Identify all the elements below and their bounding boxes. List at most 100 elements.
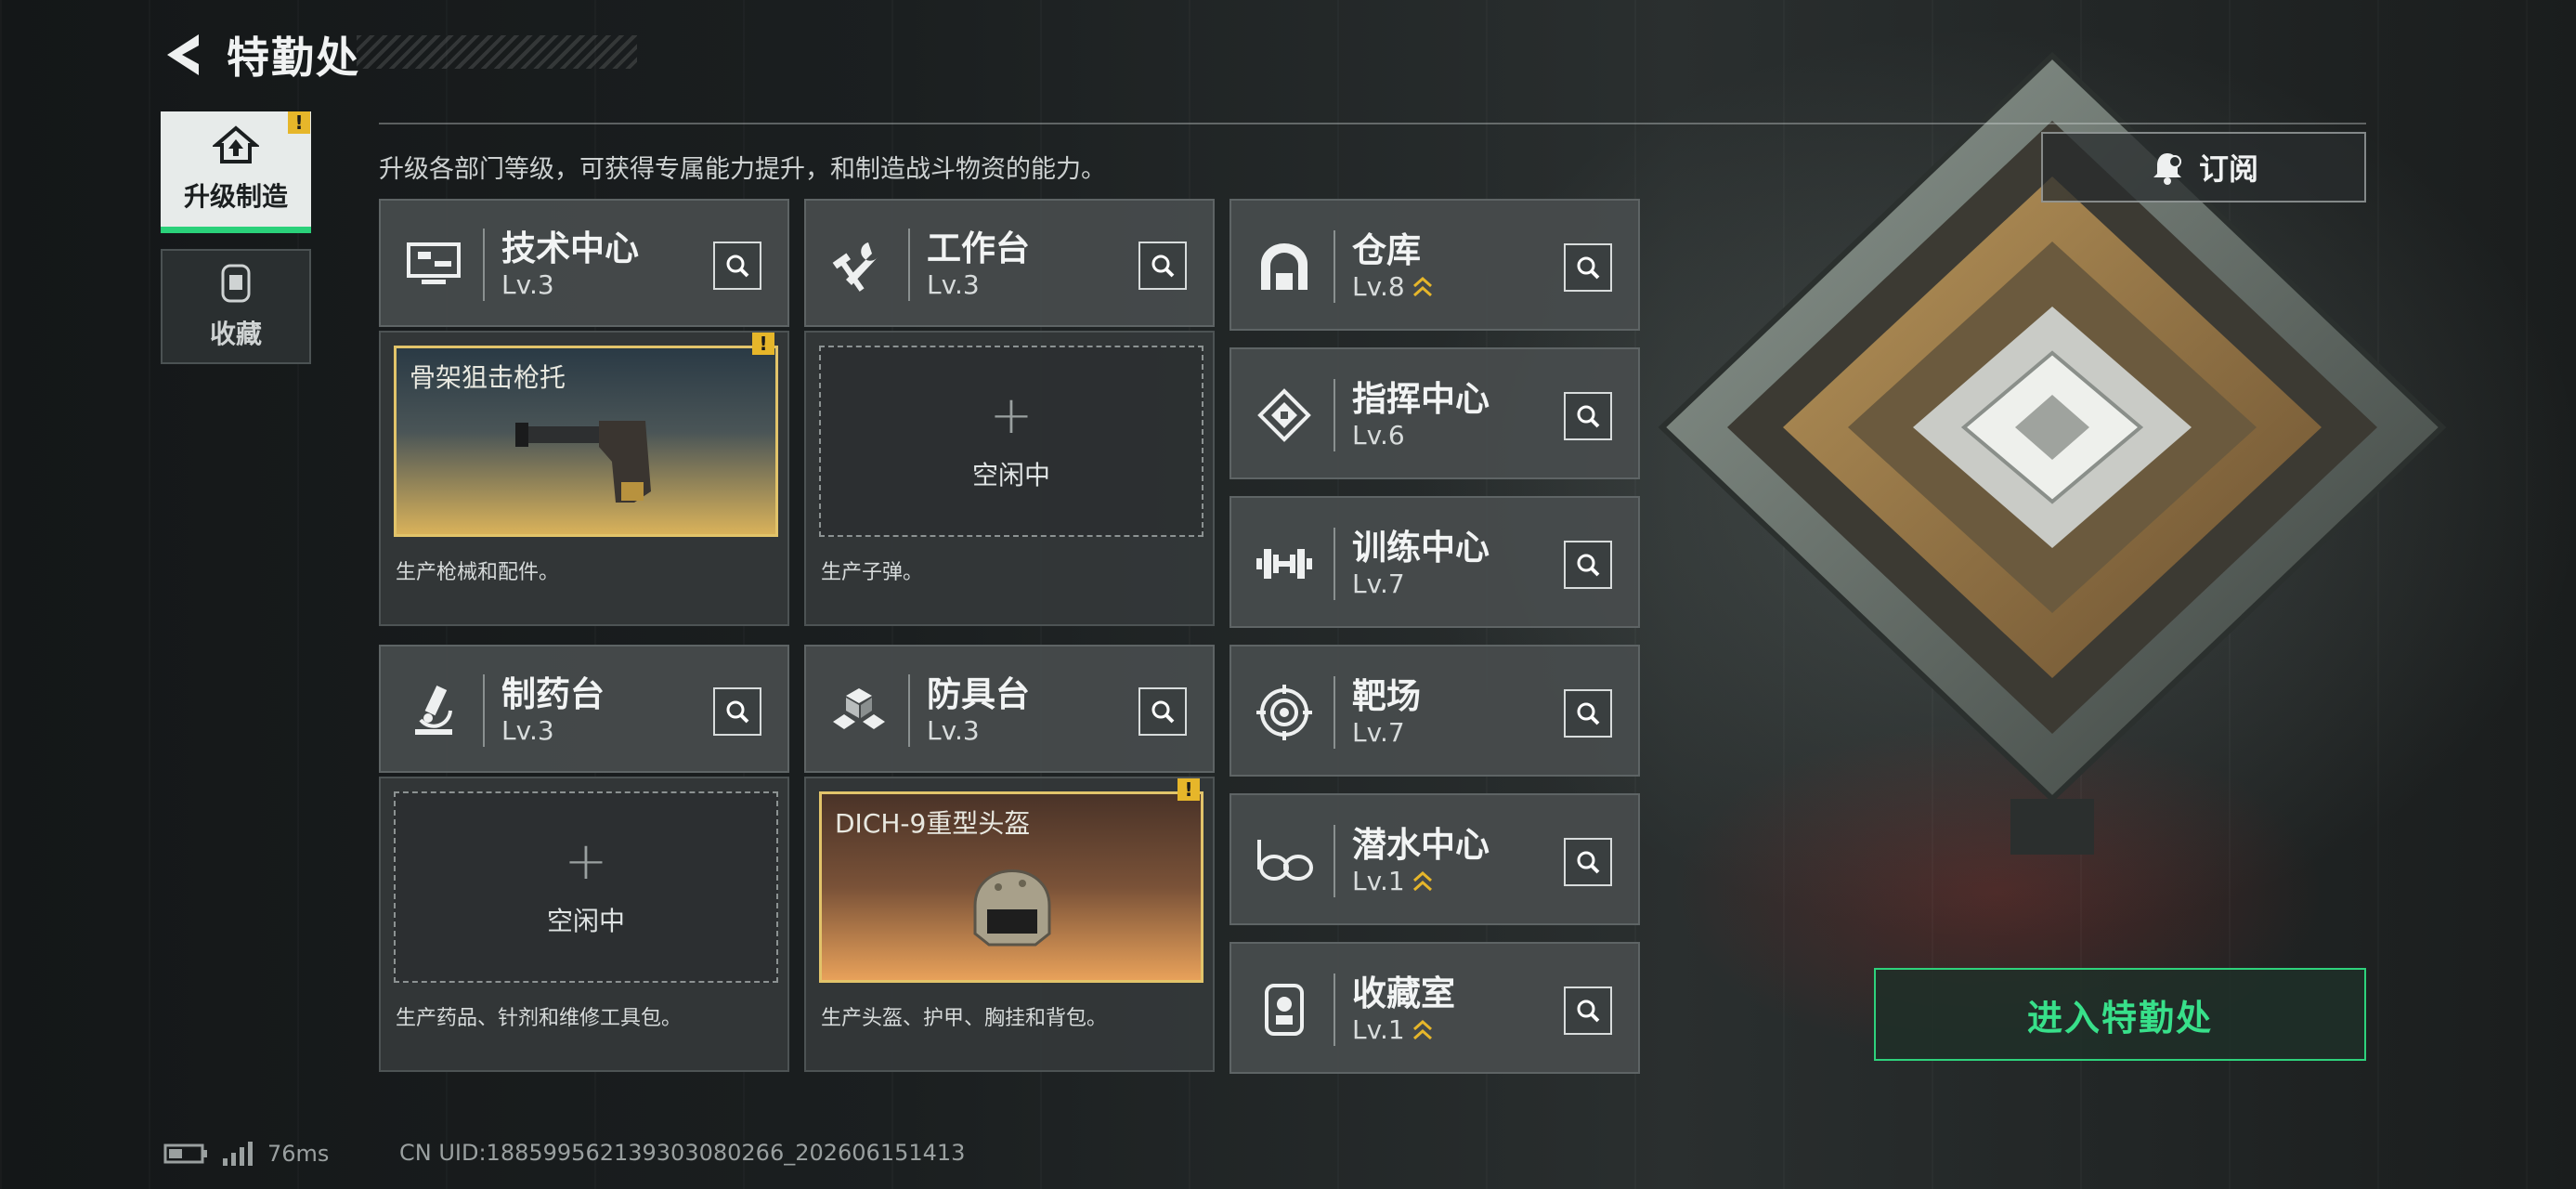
facility-card-warehouse[interactable]: 仓库 Lv.8 xyxy=(1229,199,1640,331)
facility-card-shooting-range[interactable]: 靶场 Lv.7 xyxy=(1229,645,1640,777)
back-arrow-icon[interactable] xyxy=(160,29,206,81)
dept-description: 生产头盔、护甲、胸挂和背包。 xyxy=(821,1007,1108,1030)
card-separator xyxy=(908,229,910,301)
card-separator xyxy=(1334,528,1335,600)
header: 特勤处 xyxy=(160,22,360,87)
search-icon xyxy=(1577,851,1600,874)
slot-item-name: 骨架狙击枪托 xyxy=(410,362,566,393)
tab-collection[interactable]: 收藏 xyxy=(161,249,311,364)
search-button[interactable] xyxy=(1564,392,1612,440)
plus-icon: + xyxy=(564,831,608,892)
dept-level: Lv.3 xyxy=(927,714,980,746)
facility-name: 仓库 xyxy=(1352,230,1421,271)
dept-level: Lv.3 xyxy=(501,714,554,746)
facility-level-row: Lv.8 xyxy=(1352,271,1433,302)
search-button[interactable] xyxy=(1564,541,1612,589)
title-decoration xyxy=(357,35,637,69)
dumbbell-icon xyxy=(1244,524,1324,604)
search-button[interactable] xyxy=(1564,243,1612,292)
search-icon xyxy=(726,255,749,278)
target-icon xyxy=(1244,673,1324,752)
slot-idle-label: 空闲中 xyxy=(971,460,1050,490)
card-separator xyxy=(1334,379,1335,451)
enter-special-ops-button[interactable]: 进入特勤处 xyxy=(1874,968,2366,1061)
subscribe-button[interactable]: 订阅 xyxy=(2041,132,2366,203)
search-button[interactable] xyxy=(1564,689,1612,738)
card-separator xyxy=(1334,230,1335,303)
search-icon xyxy=(1577,256,1600,280)
search-button[interactable] xyxy=(713,687,761,736)
bell-icon xyxy=(2153,153,2181,185)
facility-name: 训练中心 xyxy=(1352,528,1490,568)
status-bar: 76ms xyxy=(163,1135,329,1172)
card-separator xyxy=(908,674,910,747)
tab-label: 升级制造 xyxy=(183,181,288,212)
card-separator xyxy=(1334,973,1335,1046)
search-icon xyxy=(726,700,749,724)
dept-panel-pharmacy: + 空闲中 生产药品、针剂和维修工具包。 xyxy=(379,777,789,1072)
production-slot-empty[interactable]: + 空闲中 xyxy=(394,791,778,983)
slot-item-name: DICH-9重型头盔 xyxy=(835,808,1031,839)
search-icon xyxy=(1151,700,1175,724)
search-button[interactable] xyxy=(713,242,761,290)
facility-card-command-center[interactable]: 指挥中心 Lv.6 xyxy=(1229,347,1640,479)
facility-level: Lv.8 xyxy=(1352,270,1405,302)
card-separator xyxy=(483,674,485,747)
search-icon xyxy=(1577,554,1600,577)
dept-name: 防具台 xyxy=(927,674,1030,715)
subscribe-label: 订阅 xyxy=(2198,151,2258,187)
dept-level: Lv.3 xyxy=(927,268,980,300)
upgrade-chevrons-icon xyxy=(1412,1020,1432,1040)
production-slot-empty[interactable]: + 空闲中 xyxy=(819,346,1203,537)
dept-card-pharmacy[interactable]: 制药台 Lv.3 xyxy=(379,645,789,773)
user-uid: CN UID:1885995621393030802​66_2026061514… xyxy=(399,1140,966,1166)
command-emblem-icon xyxy=(1244,375,1324,455)
search-button[interactable] xyxy=(1564,838,1612,886)
upgrade-house-icon xyxy=(213,125,259,163)
dept-card-armor-bench[interactable]: 防具台 Lv.3 xyxy=(804,645,1215,773)
search-button[interactable] xyxy=(1138,687,1187,736)
diving-mask-icon xyxy=(1244,821,1324,901)
monitor-icon xyxy=(394,225,474,305)
dept-description: 生产子弹。 xyxy=(821,561,924,584)
facility-name: 潜水中心 xyxy=(1352,825,1490,866)
dept-card-tech-center[interactable]: 技术中心 Lv.3 xyxy=(379,199,789,327)
collection-capsule-icon xyxy=(221,264,251,303)
display-case-icon xyxy=(1244,970,1324,1050)
dept-panel-armor-bench: DICH-9重型头盔 ! 生产头盔、护甲、胸挂和背包。 xyxy=(804,777,1215,1072)
divider xyxy=(379,123,2366,124)
search-button[interactable] xyxy=(1138,242,1187,290)
upgrade-chevrons-icon xyxy=(1412,277,1432,297)
facility-card-collection-room[interactable]: 收藏室 Lv.1 xyxy=(1229,942,1640,1074)
facility-level: Lv.7 xyxy=(1352,568,1405,599)
upgrade-chevrons-icon xyxy=(1412,871,1432,892)
production-slot[interactable]: DICH-9重型头盔 xyxy=(819,791,1203,983)
warehouse-icon xyxy=(1244,227,1324,307)
facility-card-training-center[interactable]: 训练中心 Lv.7 xyxy=(1229,496,1640,628)
page-description: 升级各部门等级，可获得专属能力提升，和制造战斗物资的能力。 xyxy=(379,155,1106,184)
facility-name: 靶场 xyxy=(1352,676,1421,717)
facility-card-diving-center[interactable]: 潜水中心 Lv.1 xyxy=(1229,793,1640,925)
facility-level: Lv.1 xyxy=(1352,865,1405,896)
warning-icon: ! xyxy=(752,333,774,355)
production-slot[interactable]: 骨架狙击枪托 xyxy=(394,346,778,537)
microscope-icon xyxy=(394,671,474,751)
helmet-icon xyxy=(973,869,1051,947)
ping-value: 76ms xyxy=(267,1141,330,1167)
signal-icon xyxy=(223,1142,253,1166)
slot-idle-label: 空闲中 xyxy=(546,906,625,936)
facility-name: 指挥中心 xyxy=(1352,379,1490,420)
dept-card-workbench[interactable]: 工作台 Lv.3 xyxy=(804,199,1215,327)
hammer-wrench-icon xyxy=(819,225,899,305)
facility-level-row: Lv.1 xyxy=(1352,866,1490,896)
card-separator xyxy=(1334,825,1335,897)
armor-blocks-icon xyxy=(819,671,899,751)
warning-icon: ! xyxy=(288,111,310,134)
search-button[interactable] xyxy=(1564,986,1612,1035)
dept-panel-tech-center: 骨架狙击枪托 ! 生产枪械和配件。 xyxy=(379,331,789,626)
dept-name: 技术中心 xyxy=(501,229,639,269)
card-separator xyxy=(1334,676,1335,749)
page-title: 特勤处 xyxy=(227,33,360,83)
rifle-stock-icon xyxy=(515,421,651,503)
search-icon xyxy=(1577,702,1600,725)
